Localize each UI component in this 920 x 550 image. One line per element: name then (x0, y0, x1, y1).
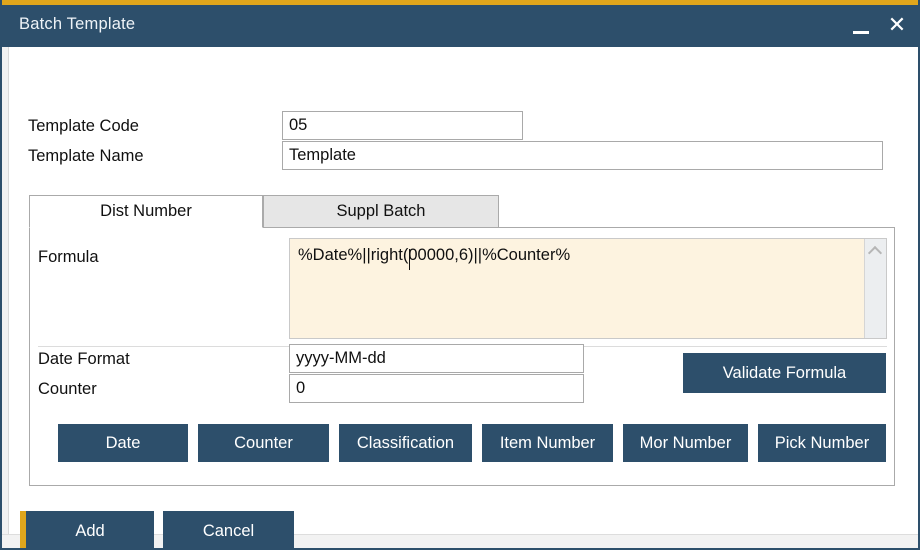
formula-scrollbar[interactable] (864, 239, 886, 338)
date-format-input[interactable]: yyyy-MM-dd (289, 344, 584, 373)
left-edge-strip (2, 47, 9, 548)
formula-text-value: %Date%||right(00000,6)||%Counter% (298, 246, 570, 265)
close-button[interactable]: ✕ (880, 5, 914, 47)
tab-strip: Dist Number Suppl Batch (29, 195, 499, 228)
dist-number-tab-panel: Formula %Date%||right(00000,6)||%Counter… (29, 227, 895, 486)
add-button[interactable]: Add (26, 511, 154, 550)
date-format-label: Date Format (38, 350, 130, 369)
formula-label: Formula (38, 248, 99, 267)
validate-formula-button[interactable]: Validate Formula (683, 353, 886, 393)
counter-label: Counter (38, 380, 97, 399)
title-bar: Batch Template ✕ (2, 5, 920, 47)
dialog-body: Template Code 05 Template Name Template … (2, 47, 918, 548)
chevron-up-icon[interactable] (868, 246, 882, 260)
close-icon: ✕ (888, 15, 906, 37)
template-code-label: Template Code (28, 117, 139, 136)
tab-dist-number[interactable]: Dist Number (29, 195, 263, 228)
template-name-input[interactable]: Template (282, 141, 883, 170)
template-code-input[interactable]: 05 (282, 111, 523, 140)
formula-textarea[interactable]: %Date%||right(00000,6)||%Counter% (289, 238, 887, 339)
token-button-row: Date Counter Classification Item Number Mor … (34, 424, 892, 462)
tab-suppl-batch[interactable]: Suppl Batch (263, 195, 499, 228)
window-top-accent-bar (2, 0, 920, 5)
token-button-classification[interactable]: Classification (339, 424, 472, 462)
counter-input[interactable]: 0 (289, 374, 584, 403)
token-button-pick-number[interactable]: Pick Number (758, 424, 886, 462)
window-title: Batch Template (19, 15, 135, 34)
cancel-button[interactable]: Cancel (163, 511, 294, 550)
minimize-button[interactable] (844, 5, 878, 47)
token-button-counter[interactable]: Counter (198, 424, 329, 462)
minimize-icon (853, 31, 869, 34)
template-name-label: Template Name (28, 147, 144, 166)
token-button-date[interactable]: Date (58, 424, 188, 462)
text-caret (409, 249, 410, 270)
batch-template-dialog: Batch Template ✕ Template Code 05 Templa… (0, 0, 920, 550)
token-button-mor-number[interactable]: Mor Number (623, 424, 748, 462)
token-button-item-number[interactable]: Item Number (482, 424, 613, 462)
